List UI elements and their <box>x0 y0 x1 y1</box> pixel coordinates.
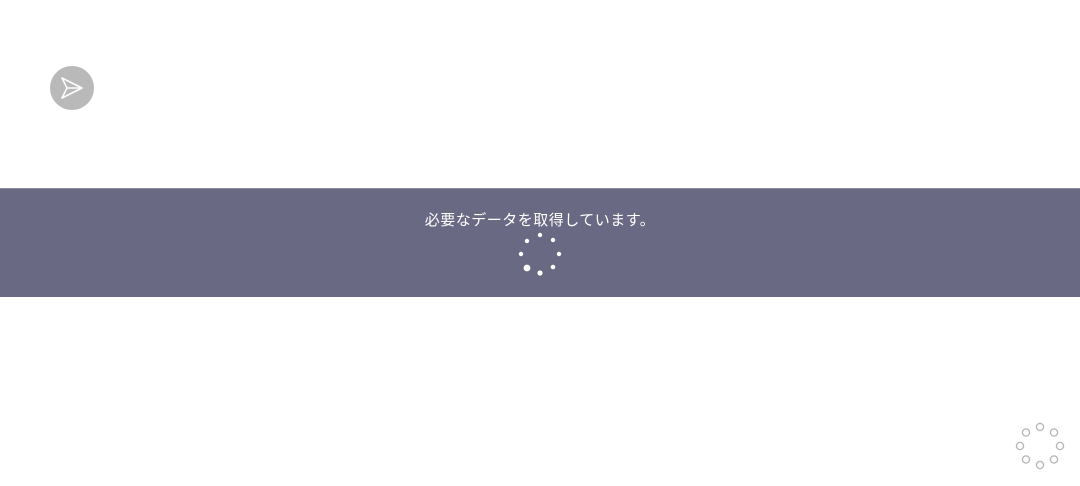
loading-message: 必要なデータを取得しています。 <box>424 211 656 229</box>
loading-banner: 必要なデータを取得しています。 <box>0 188 1080 297</box>
loading-spinner-icon <box>1015 422 1065 470</box>
loading-screen: 必要なデータを取得しています。 <box>0 0 1080 486</box>
send-button[interactable] <box>50 66 94 110</box>
send-icon <box>61 77 83 99</box>
loading-spinner-icon <box>518 232 562 276</box>
